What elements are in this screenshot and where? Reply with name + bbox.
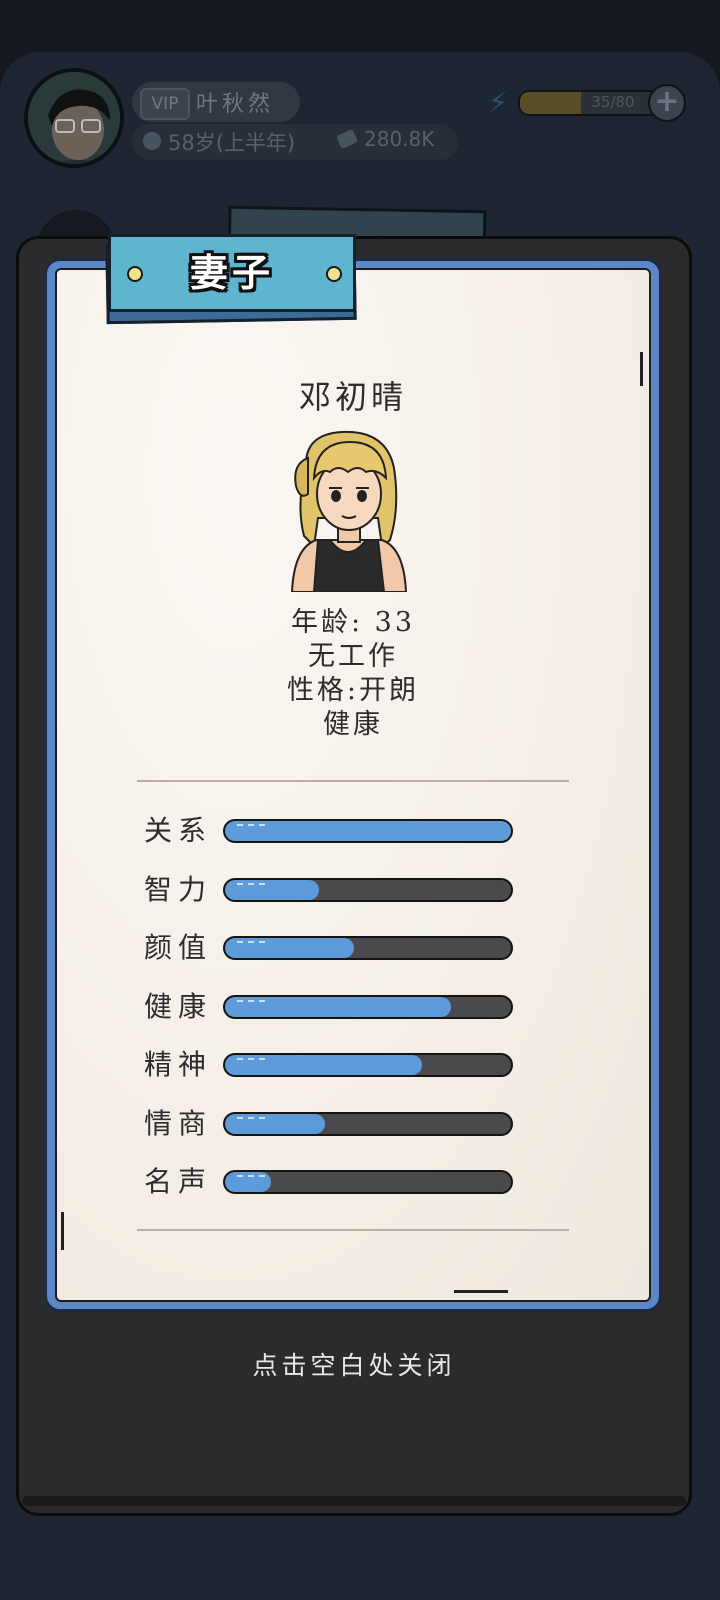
stat-row: 智力 [140, 873, 520, 907]
stat-bar-highlight [237, 1116, 265, 1121]
stat-bar-highlight [237, 1058, 265, 1062]
vip-badge[interactable]: VIP [140, 88, 190, 120]
stat-label: 颜值 [144, 931, 213, 964]
stat-row: 颜值 [140, 931, 520, 965]
player-avatar[interactable] [24, 68, 124, 168]
stat-bar-highlight [237, 999, 265, 1004]
stat-row: 名声 [140, 1165, 520, 1199]
lightning-icon: ⚡ [488, 86, 508, 119]
stat-bar-fill [225, 879, 320, 900]
stat-bar [223, 936, 513, 960]
add-energy-button[interactable]: + [648, 84, 686, 122]
character-health-status: 健康 [323, 709, 383, 740]
stat-bar [223, 1111, 513, 1136]
stat-row: 精神 [140, 1048, 520, 1082]
stat-label: 关系 [144, 814, 213, 847]
player-name: 叶秋然 [196, 92, 275, 117]
stat-bar-fill [225, 1172, 271, 1192]
stat-bar-highlight [237, 1175, 265, 1179]
stat-bar [223, 877, 513, 902]
character-portrait [286, 428, 412, 593]
stat-row: 关系 [140, 814, 520, 848]
character-name: 邓初晴 [298, 378, 407, 416]
modal-title: 妻子 [189, 250, 274, 295]
stat-row: 健康 [140, 990, 520, 1024]
stat-bar-fill [225, 821, 511, 841]
divider-top [137, 780, 569, 782]
divider-bottom [137, 1229, 569, 1231]
clock-icon [143, 132, 161, 150]
close-hint[interactable]: 点击空白处关闭 [16, 1346, 692, 1382]
stat-label: 情商 [144, 1106, 213, 1140]
stat-row: 情商 [140, 1107, 520, 1141]
stat-bar [223, 819, 513, 843]
stat-label: 精神 [144, 1048, 213, 1081]
stat-bar-highlight [237, 882, 265, 887]
stat-bar [223, 994, 513, 1019]
stat-bar [223, 1170, 513, 1194]
stat-bar [223, 1053, 513, 1077]
stat-bar-highlight [237, 941, 265, 945]
paper-bottom-mark [454, 1290, 508, 1293]
stat-label: 名声 [144, 1165, 213, 1198]
stat-bar-highlight [237, 824, 265, 828]
player-age: 58岁(上半年) [168, 131, 296, 155]
stat-bar-fill [225, 1113, 326, 1134]
stat-bar-fill [225, 1055, 423, 1075]
stat-label: 健康 [144, 989, 213, 1023]
stat-bar-fill [225, 938, 354, 958]
profile-card [55, 268, 651, 1302]
energy-value: 35/80 [591, 93, 635, 111]
player-money: 280.8K [364, 127, 435, 151]
stat-label: 智力 [144, 872, 213, 906]
modal-bottom-edge [22, 1496, 686, 1506]
stat-bar-fill [225, 996, 451, 1017]
paper-edge-mark [61, 1212, 64, 1250]
